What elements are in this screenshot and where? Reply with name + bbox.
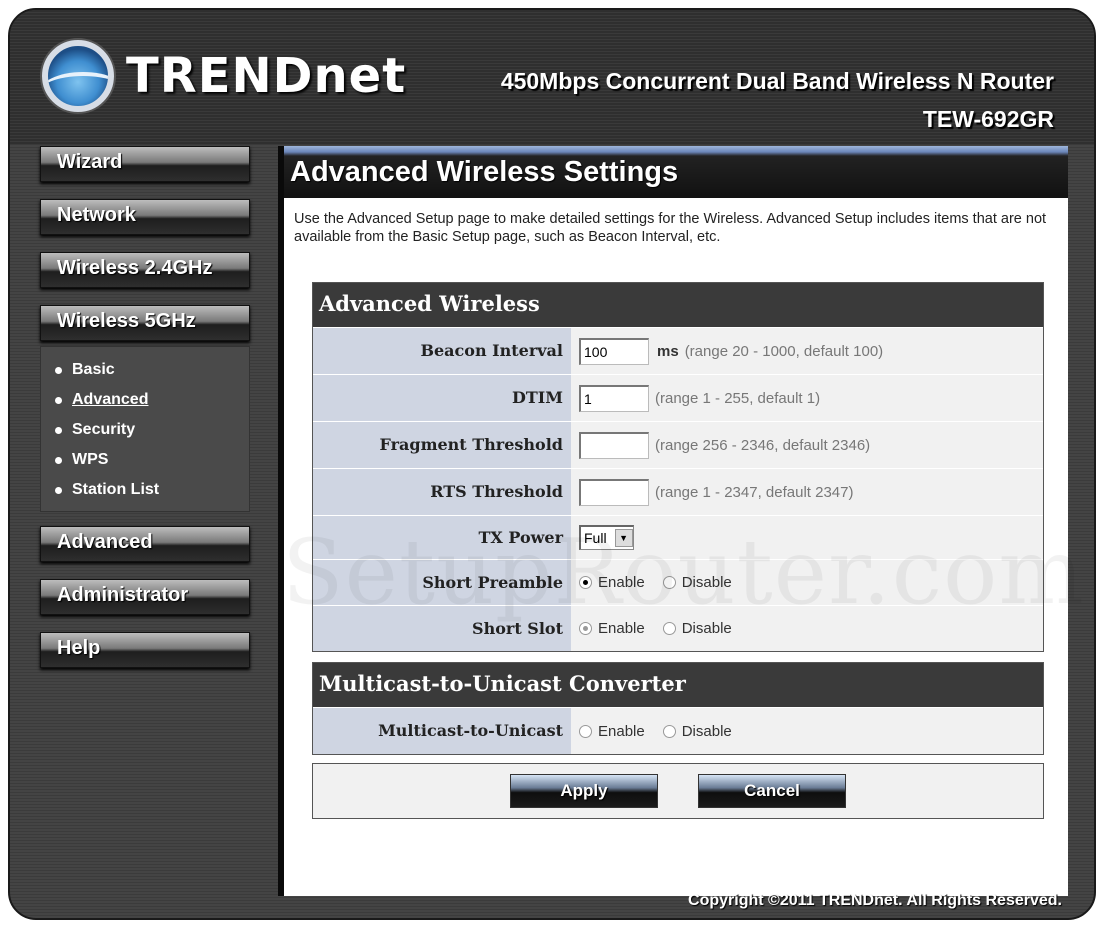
header: TRENDnet 450Mbps Concurrent Dual Band Wi… (10, 10, 1094, 145)
apply-button[interactable]: Apply (510, 774, 658, 808)
field-label: Beacon Interval (313, 328, 571, 374)
multicast-panel: Multicast-to-Unicast Converter Multicast… (312, 662, 1044, 755)
short-preamble-row: Short Preamble Enable Disable (313, 559, 1043, 605)
subnav-basic[interactable]: Basic (55, 355, 249, 385)
subnav-security[interactable]: Security (55, 415, 249, 445)
action-bar: Apply Cancel (312, 763, 1044, 819)
page-description: Use the Advanced Setup page to make deta… (294, 211, 1047, 245)
tx-power-select[interactable]: Full ▼ (579, 525, 634, 550)
nav-advanced[interactable]: Advanced (40, 526, 250, 562)
radio-icon (662, 622, 676, 635)
router-frame: TRENDnet 450Mbps Concurrent Dual Band Wi… (8, 8, 1096, 920)
multicast-row: Multicast-to-Unicast Enable Disable (313, 707, 1043, 754)
copyright: Copyright ©2011 TRENDnet. All Rights Res… (688, 892, 1062, 909)
rts-threshold-row: RTS Threshold (range 1 - 2347, default 2… (313, 468, 1043, 515)
range-hint: (range 20 - 1000, default 100) (684, 342, 884, 360)
model-number: TEW-692GR (922, 106, 1054, 132)
wireless-5ghz-submenu: Basic Advanced Security WPS Station List (40, 346, 250, 512)
short-slot-enable-radio: Enable (579, 620, 645, 637)
bullet-icon (55, 396, 62, 404)
fragment-threshold-input[interactable] (579, 431, 649, 459)
main-content: Advanced Wireless Settings Use the Advan… (278, 146, 1068, 896)
nav-wireless-5ghz[interactable]: Wireless 5GHz (40, 305, 250, 341)
field-label: RTS Threshold (313, 469, 571, 515)
radio-icon (579, 724, 592, 738)
bullet-icon (55, 366, 62, 374)
radio-selected-icon (579, 622, 592, 635)
bullet-icon (55, 456, 62, 464)
range-hint: (range 256 - 2346, default 2346) (655, 436, 871, 454)
nav-help[interactable]: Help (40, 632, 250, 668)
nav-wizard[interactable]: Wizard (40, 146, 250, 182)
trendnet-globe-icon (42, 40, 114, 112)
rts-threshold-input[interactable] (579, 478, 649, 506)
field-label: DTIM (313, 375, 571, 421)
field-label: TX Power (313, 516, 571, 559)
radio-selected-icon (579, 576, 592, 589)
beacon-interval-input[interactable] (579, 337, 649, 365)
fragment-threshold-row: Fragment Threshold (range 256 - 2346, de… (313, 421, 1043, 468)
multicast-enable-radio[interactable]: Enable (579, 723, 645, 740)
sidebar-nav: Wizard Network Wireless 2.4GHz Wireless … (40, 146, 252, 685)
selected-value: Full (584, 530, 607, 546)
brand-name: TRENDnet (126, 48, 407, 104)
field-label: Fragment Threshold (313, 422, 571, 468)
short-preamble-enable-radio[interactable]: Enable (579, 574, 645, 591)
dtim-row: DTIM (range 1 - 255, default 1) (313, 374, 1043, 421)
field-label: Short Slot (313, 606, 571, 651)
nav-wireless-2-4ghz[interactable]: Wireless 2.4GHz (40, 252, 250, 288)
field-label: Multicast-to-Unicast (313, 708, 571, 754)
beacon-interval-row: Beacon Interval ms (range 20 - 1000, def… (313, 327, 1043, 374)
dtim-input[interactable] (579, 384, 649, 412)
short-slot-disable-radio: Disable (662, 620, 732, 637)
multicast-disable-radio[interactable]: Disable (662, 723, 732, 740)
tx-power-row: TX Power Full ▼ (313, 515, 1043, 559)
range-hint: (range 1 - 255, default 1) (655, 389, 821, 407)
radio-icon (662, 724, 676, 738)
short-preamble-disable-radio[interactable]: Disable (662, 574, 732, 591)
nav-administrator[interactable]: Administrator (40, 579, 250, 615)
subnav-wps[interactable]: WPS (55, 445, 249, 475)
unit-label: ms (657, 342, 679, 360)
chevron-down-icon[interactable]: ▼ (614, 529, 633, 547)
page-title: Advanced Wireless Settings (284, 146, 1068, 198)
bullet-icon (55, 426, 62, 434)
subnav-station-list[interactable]: Station List (55, 475, 249, 505)
product-line: 450Mbps Concurrent Dual Band Wireless N … (500, 68, 1054, 94)
range-hint: (range 1 - 2347, default 2347) (655, 483, 854, 501)
nav-network[interactable]: Network (40, 199, 250, 235)
field-label: Short Preamble (313, 560, 571, 605)
product-info: 450Mbps Concurrent Dual Band Wireless N … (501, 62, 1054, 138)
subnav-advanced[interactable]: Advanced (55, 385, 249, 415)
radio-icon (662, 576, 676, 589)
short-slot-row: Short Slot Enable Disable (313, 605, 1043, 651)
section-heading: Multicast-to-Unicast Converter (313, 663, 1043, 707)
brand-logo: TRENDnet (42, 40, 406, 112)
advanced-wireless-panel: Advanced Wireless Beacon Interval ms (ra… (312, 282, 1044, 652)
section-heading: Advanced Wireless (313, 283, 1043, 327)
cancel-button[interactable]: Cancel (698, 774, 846, 808)
bullet-icon (55, 486, 62, 494)
